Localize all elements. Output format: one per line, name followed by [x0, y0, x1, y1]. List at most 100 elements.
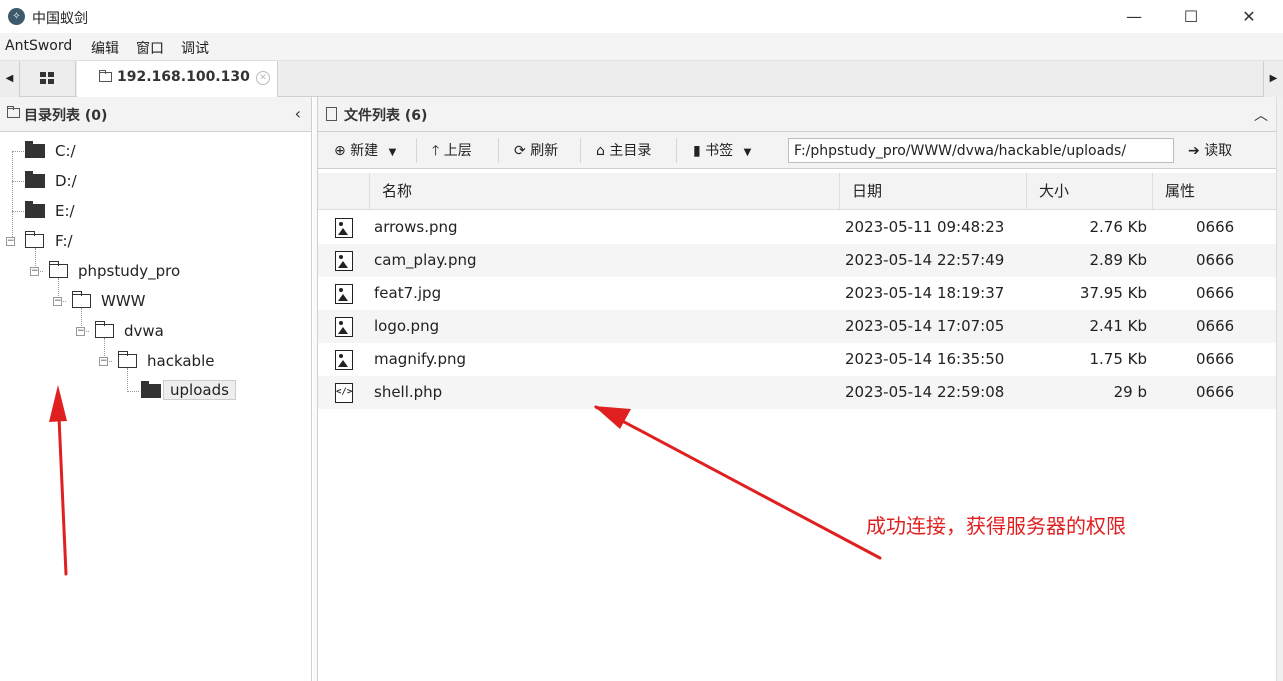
column-attributes[interactable]: 属性: [1153, 173, 1278, 210]
file-date: 2023-05-14 18:19:37: [845, 284, 1005, 302]
column-date[interactable]: 日期: [840, 173, 1027, 210]
tree-item-hackable[interactable]: − hackable: [0, 349, 250, 373]
table-row[interactable]: cam_play.png 2023-05-14 22:57:49 2.89 Kb…: [318, 244, 1278, 277]
file-date: 2023-05-11 09:48:23: [845, 218, 1005, 236]
tree-item-c[interactable]: C:/: [0, 139, 200, 163]
tree-item-uploads[interactable]: uploads: [0, 379, 250, 403]
bookmark-label: 书签: [705, 143, 734, 159]
tree-item-label: F:/: [55, 232, 73, 250]
title-bar: ✧ 中国蚁剑 — ☐ ✕: [0, 0, 1283, 33]
image-file-icon: [335, 317, 353, 337]
refresh-label: 刷新: [530, 143, 559, 159]
file-attributes: 0666: [1196, 350, 1235, 368]
directory-panel: 目录列表 (0) ‹ C:/ D:/ E:/ − F:/ − phpstudy_…: [0, 97, 312, 681]
arrow-up-icon: 🡑: [432, 143, 440, 159]
table-row[interactable]: </> shell.php 2023-05-14 22:59:08 29 b 0…: [318, 376, 1278, 409]
file-icon: [326, 107, 337, 121]
collapse-up-icon[interactable]: ︿: [1254, 105, 1268, 125]
tab-scroll-right-icon[interactable]: ▶: [1263, 61, 1283, 97]
grid-icon: [40, 72, 54, 84]
new-button-label: 新建: [350, 143, 379, 159]
collapse-toggle-icon[interactable]: −: [99, 357, 108, 366]
tree-item-phpstudy-pro[interactable]: − phpstudy_pro: [0, 259, 250, 283]
table-row[interactable]: logo.png 2023-05-14 17:07:05 2.41 Kb 066…: [318, 310, 1278, 343]
annotation-text: 成功连接，获得服务器的权限: [866, 514, 1126, 538]
tree-item-label: E:/: [55, 202, 75, 220]
tree-item-e[interactable]: E:/: [0, 199, 200, 223]
home-dir-button[interactable]: ⌂ 主目录: [596, 140, 651, 160]
file-date: 2023-05-14 22:57:49: [845, 251, 1005, 269]
new-button[interactable]: ⊕ 新建 ▼: [334, 140, 396, 160]
file-name: feat7.jpg: [374, 284, 442, 302]
path-input[interactable]: [788, 138, 1174, 163]
file-size: 2.76 Kb: [1089, 218, 1147, 236]
up-level-button[interactable]: 🡑 上层: [432, 140, 472, 164]
tree-item-label: dvwa: [124, 322, 164, 340]
folder-icon: [6, 106, 20, 118]
menu-edit[interactable]: 编辑: [91, 38, 119, 58]
right-edge-strip: [1276, 97, 1283, 681]
column-size[interactable]: 大小: [1027, 173, 1153, 210]
file-attributes: 0666: [1196, 251, 1235, 269]
read-label: 读取: [1204, 143, 1233, 159]
tab-host-label: 192.168.100.130: [117, 69, 250, 85]
tree-item-www[interactable]: − WWW: [0, 289, 250, 313]
tree-item-dvwa[interactable]: − dvwa: [0, 319, 250, 343]
maximize-button[interactable]: ☐: [1161, 0, 1221, 33]
file-name: shell.php: [374, 383, 443, 401]
file-date: 2023-05-14 16:35:50: [845, 350, 1005, 368]
window-title: 中国蚁剑: [32, 11, 88, 27]
home-icon: ⌂: [596, 143, 605, 159]
tab-close-icon[interactable]: ✕: [256, 71, 270, 85]
collapse-toggle-icon[interactable]: −: [6, 237, 15, 246]
bookmark-button[interactable]: ▮ 书签 ▼: [693, 140, 751, 160]
tab-home[interactable]: [22, 61, 76, 97]
plus-circle-icon: ⊕: [334, 143, 346, 159]
column-name[interactable]: 名称: [370, 173, 840, 210]
tree-item-label: D:/: [55, 172, 77, 190]
image-file-icon: [335, 218, 353, 238]
menu-window[interactable]: 窗口: [136, 38, 164, 58]
folder-solid-icon: [25, 171, 45, 188]
menu-debug[interactable]: 调试: [181, 38, 209, 58]
image-file-icon: [335, 251, 353, 271]
tree-item-label: C:/: [55, 142, 76, 160]
refresh-icon: ⟳: [514, 143, 526, 159]
folder-open-icon: [94, 321, 114, 338]
folder-solid-icon: [141, 381, 161, 398]
file-size: 37.95 Kb: [1079, 284, 1147, 302]
collapse-toggle-icon[interactable]: −: [53, 297, 62, 306]
table-row[interactable]: magnify.png 2023-05-14 16:35:50 1.75 Kb …: [318, 343, 1278, 376]
tree-item-label: phpstudy_pro: [78, 262, 181, 280]
home-dir-label: 主目录: [609, 143, 652, 159]
collapse-panel-icon[interactable]: ‹: [295, 104, 301, 123]
directory-panel-header: 目录列表 (0) ‹: [0, 97, 311, 132]
close-button[interactable]: ✕: [1219, 0, 1279, 33]
tab-host[interactable]: 192.168.100.130 ✕: [77, 61, 278, 97]
image-file-icon: [335, 284, 353, 304]
file-panel-title: 文件列表 (6): [344, 108, 428, 124]
collapse-toggle-icon[interactable]: −: [76, 327, 85, 336]
file-grid-header: 名称 日期 大小 属性: [318, 173, 1278, 210]
file-size: 1.75 Kb: [1089, 350, 1147, 368]
file-name: logo.png: [374, 317, 440, 335]
bookmark-icon: ▮: [693, 143, 701, 159]
tab-bar: ◀ 192.168.100.130 ✕ ▶: [0, 61, 1283, 97]
menu-antsword[interactable]: AntSword: [5, 38, 72, 54]
tree-item-f[interactable]: − F:/: [0, 229, 200, 253]
menu-bar: AntSword 编辑 窗口 调试: [0, 33, 1283, 61]
minimize-button[interactable]: —: [1104, 0, 1164, 33]
file-size: 29 b: [1113, 383, 1147, 401]
tree-item-d[interactable]: D:/: [0, 169, 200, 193]
table-row[interactable]: arrows.png 2023-05-11 09:48:23 2.76 Kb 0…: [318, 211, 1278, 244]
tab-scroll-left-icon[interactable]: ◀: [0, 61, 20, 97]
file-panel: 文件列表 (6) ︿ ⊕ 新建 ▼ 🡑 上层 ⟳ 刷新 ⌂ 主目录 ▮ 书签 ▼: [318, 97, 1280, 681]
folder-open-icon: [24, 231, 44, 248]
file-name: cam_play.png: [374, 251, 477, 269]
refresh-button[interactable]: ⟳ 刷新: [514, 140, 558, 160]
table-row[interactable]: feat7.jpg 2023-05-14 18:19:37 37.95 Kb 0…: [318, 277, 1278, 310]
caret-down-icon: ▼: [743, 147, 752, 158]
read-button[interactable]: ➔ 读取: [1188, 140, 1232, 160]
file-name: magnify.png: [374, 350, 467, 368]
collapse-toggle-icon[interactable]: −: [30, 267, 39, 276]
